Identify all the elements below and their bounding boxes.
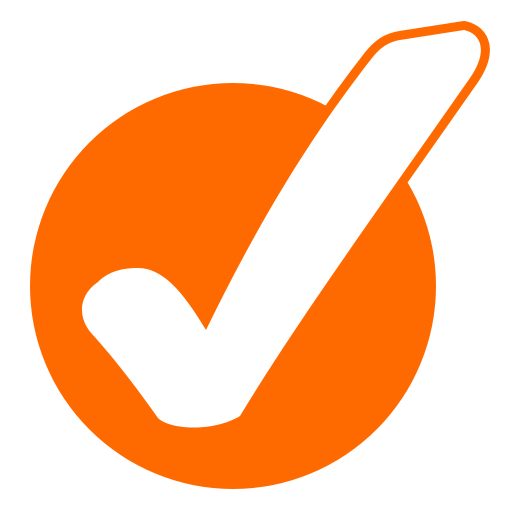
checkmark-circle-icon [30, 21, 490, 489]
icon-canvas [0, 0, 512, 512]
